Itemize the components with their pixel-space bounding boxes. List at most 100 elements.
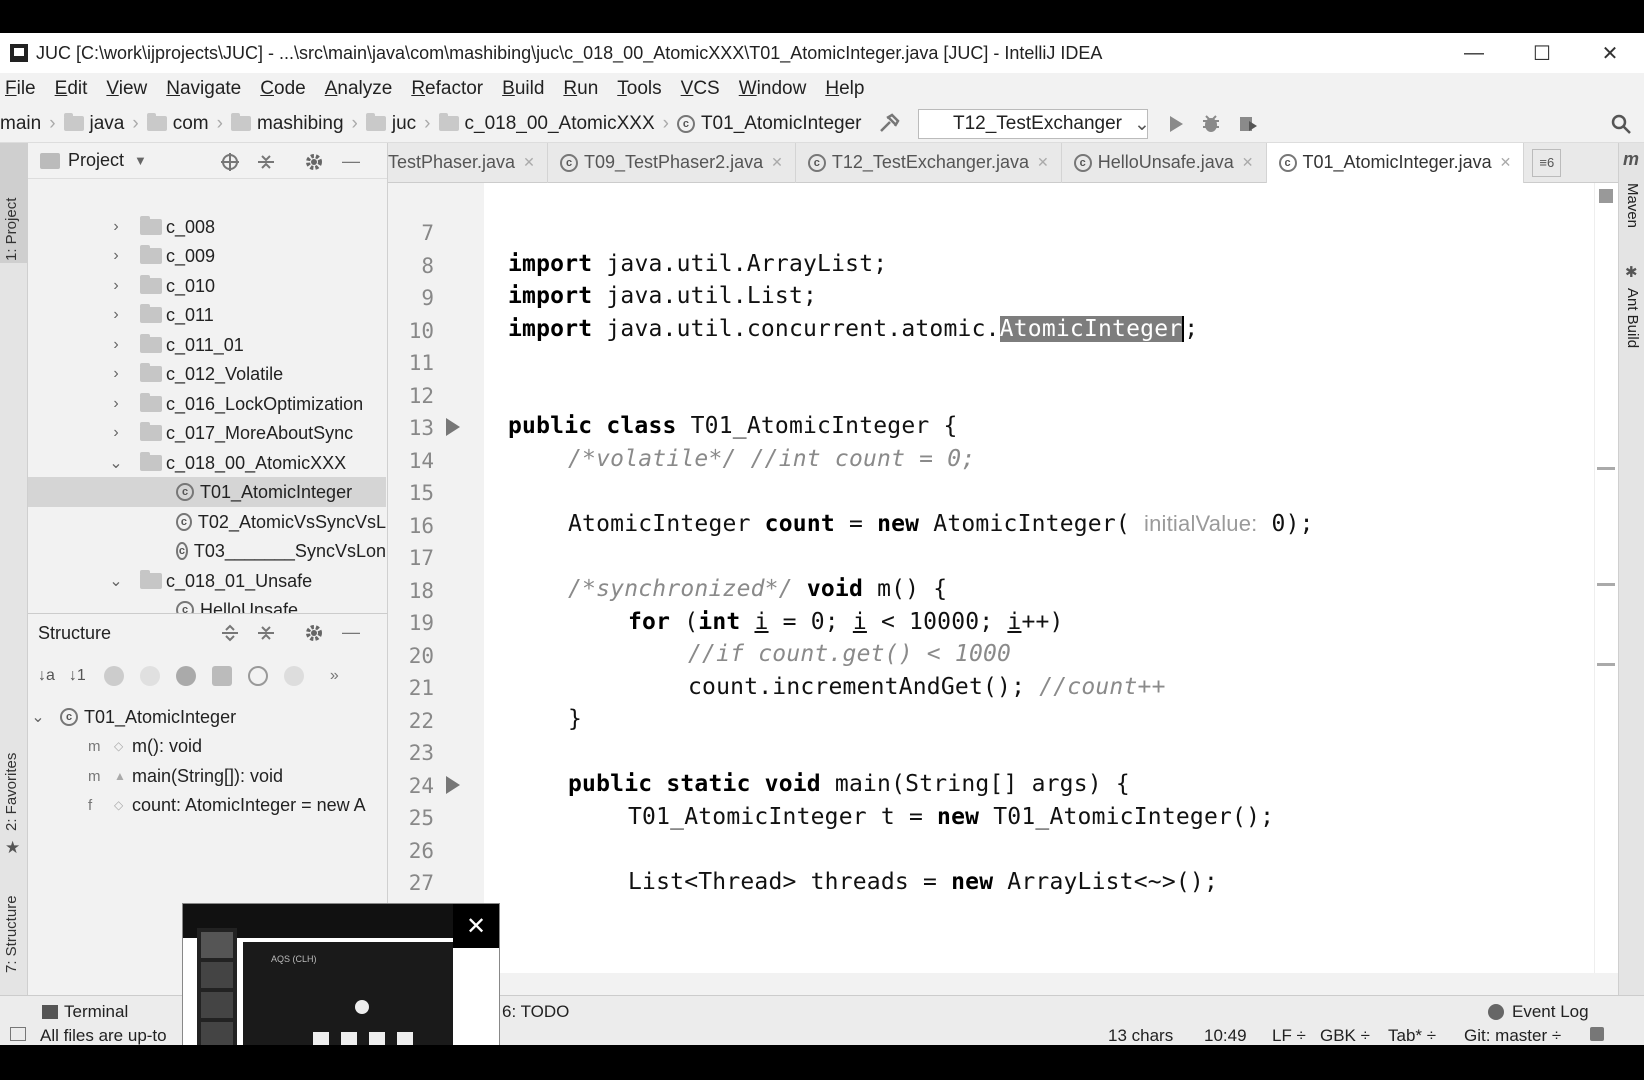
favorites-tool-label[interactable]: 2: Favorites <box>3 753 20 831</box>
structure-field-count[interactable]: f ◇ count: AtomicInteger = new A <box>88 790 388 820</box>
tabs-overflow-button[interactable]: ≡6 <box>1532 148 1562 177</box>
chevron-right-icon[interactable]: › <box>106 277 126 295</box>
stripe-mark[interactable] <box>1597 467 1615 470</box>
breadcrumb-juc[interactable]: juc › <box>365 113 431 135</box>
menu-view[interactable]: View <box>106 78 147 100</box>
close-tab-icon[interactable]: ✕ <box>1500 154 1512 171</box>
status-window-icon[interactable] <box>10 1027 26 1041</box>
menu-run[interactable]: Run <box>563 78 598 100</box>
run-class-gutter-icon[interactable] <box>444 417 462 437</box>
close-tab-icon[interactable]: ✕ <box>771 154 783 171</box>
stripe-mark[interactable] <box>1597 583 1615 586</box>
hide-panel-icon[interactable]: — <box>342 622 360 643</box>
breadcrumb-package[interactable]: c_018_00_AtomicXXX › <box>438 113 669 135</box>
run-main-gutter-icon[interactable] <box>444 775 462 795</box>
close-tab-icon[interactable]: ✕ <box>1037 154 1049 171</box>
autoscroll-icon[interactable] <box>283 666 304 686</box>
maven-tool-label[interactable]: Maven <box>1624 183 1641 228</box>
sort-alpha-icon[interactable]: ↓a <box>38 667 55 685</box>
menu-help[interactable]: Help <box>825 78 864 100</box>
tree-item-t02[interactable]: c T02_AtomicVsSyncVsL <box>176 507 386 537</box>
structure-method-main[interactable]: m ▲ main(String[]): void <box>88 761 283 791</box>
menu-tools[interactable]: Tools <box>617 78 661 100</box>
tree-item-c009[interactable]: › c_009 <box>106 241 215 271</box>
tree-item-c011[interactable]: › c_011 <box>106 300 214 330</box>
lock-icon[interactable] <box>1590 1027 1604 1041</box>
tab-testphaser[interactable]: TestPhaser.java ✕ <box>388 142 548 183</box>
breadcrumb-com[interactable]: com › <box>146 113 223 135</box>
show-non-public-icon[interactable] <box>211 666 232 686</box>
tree-item-c018-00[interactable]: ⌄ c_018_00_AtomicXXX <box>106 448 346 478</box>
tree-item-c016[interactable]: › c_016_LockOptimization <box>106 389 363 419</box>
line-separator-select[interactable]: LF ÷ <box>1272 1026 1306 1045</box>
tree-item-t01[interactable]: c T01_AtomicInteger <box>28 477 386 507</box>
chevron-right-icon[interactable]: › <box>106 306 126 324</box>
maximize-button[interactable]: ☐ <box>1508 33 1576 73</box>
search-everywhere-icon[interactable] <box>1610 113 1632 135</box>
code-editor[interactable]: import java.util.ArrayList; import java.… <box>484 183 1594 973</box>
menu-edit[interactable]: Edit <box>55 78 88 100</box>
menu-window[interactable]: Window <box>739 78 807 100</box>
chevron-right-icon[interactable]: › <box>106 424 126 442</box>
menu-analyze[interactable]: Analyze <box>325 78 393 100</box>
breadcrumb-java[interactable]: java › <box>63 113 139 135</box>
caret-position[interactable]: 10:49 <box>1204 1026 1247 1045</box>
run-configuration-select[interactable]: T12_TestExchanger ⌄ <box>918 109 1150 139</box>
menu-refactor[interactable]: Refactor <box>411 78 483 100</box>
tab-hellounsafe[interactable]: c HelloUnsafe.java ✕ <box>1062 142 1267 183</box>
tab-t12-testexchanger[interactable]: c T12_TestExchanger.java ✕ <box>796 142 1062 183</box>
indent-select[interactable]: Tab* ÷ <box>1388 1026 1436 1045</box>
gear-icon[interactable] <box>304 152 324 172</box>
close-button[interactable]: ✕ <box>1576 33 1644 73</box>
collapse-all-icon[interactable] <box>256 623 276 643</box>
minimize-button[interactable]: — <box>1440 33 1508 73</box>
breadcrumb-main[interactable]: main › <box>0 113 56 135</box>
inspection-status-icon[interactable] <box>1599 189 1613 203</box>
video-preview-popup[interactable]: ✕ AQS (CLH) <box>182 903 500 1045</box>
tree-item-c012[interactable]: › c_012_Volatile <box>106 359 283 389</box>
structure-method-m[interactable]: m ◇ m(): void <box>88 731 202 761</box>
close-tab-icon[interactable]: ✕ <box>523 154 535 171</box>
git-branch-select[interactable]: Git: master ÷ <box>1464 1026 1561 1045</box>
structure-class-node[interactable]: ⌄ c T01_AtomicInteger <box>28 702 236 732</box>
more-actions-icon[interactable]: » <box>330 667 339 685</box>
menu-code[interactable]: Code <box>260 78 305 100</box>
event-log-button[interactable]: Event Log <box>1512 1002 1589 1022</box>
caret-down-icon[interactable]: ▼ <box>134 153 147 168</box>
tab-t09-testphaser2[interactable]: c T09_TestPhaser2.java ✕ <box>548 142 796 183</box>
chevron-right-icon[interactable]: › <box>106 336 126 354</box>
collapse-all-icon[interactable] <box>256 152 276 172</box>
tab-t01-atomicinteger[interactable]: c T01_AtomicInteger.java ✕ <box>1266 142 1525 183</box>
chevron-down-icon[interactable]: ⌄ <box>106 453 126 473</box>
tree-item-c011-01[interactable]: › c_011_01 <box>106 330 244 360</box>
run-with-coverage-icon[interactable] <box>1237 113 1259 135</box>
chevron-right-icon[interactable]: › <box>106 247 126 265</box>
structure-tool-label[interactable]: 7: Structure <box>3 895 20 973</box>
run-icon[interactable] <box>1165 113 1187 135</box>
expand-all-icon[interactable] <box>220 623 240 643</box>
tree-item-c010[interactable]: › c_010 <box>106 271 215 301</box>
gear-icon[interactable] <box>304 623 324 643</box>
hide-panel-icon[interactable]: — <box>342 151 360 172</box>
project-panel-title[interactable]: Project <box>68 150 124 171</box>
hammer-build-icon[interactable] <box>878 113 900 135</box>
stripe-mark[interactable] <box>1597 663 1615 666</box>
popup-close-button[interactable]: ✕ <box>453 904 499 948</box>
show-lambdas-icon[interactable] <box>247 666 268 686</box>
show-properties-icon[interactable] <box>139 666 160 686</box>
encoding-select[interactable]: GBK ÷ <box>1320 1026 1370 1045</box>
chevron-right-icon[interactable]: › <box>106 395 126 413</box>
chevron-down-icon[interactable]: ⌄ <box>28 707 48 727</box>
chevron-down-icon[interactable]: ⌄ <box>106 571 126 591</box>
locate-icon[interactable] <box>220 152 240 172</box>
menu-vcs[interactable]: VCS <box>681 78 720 100</box>
chevron-right-icon[interactable]: › <box>106 218 126 236</box>
menu-build[interactable]: Build <box>502 78 544 100</box>
menu-navigate[interactable]: Navigate <box>166 78 241 100</box>
show-inherited-icon[interactable] <box>103 666 124 686</box>
sort-visibility-icon[interactable]: ↓1 <box>69 667 86 685</box>
tree-item-c018-01[interactable]: ⌄ c_018_01_Unsafe <box>106 566 312 596</box>
chevron-right-icon[interactable]: › <box>106 365 126 383</box>
tree-item-c017[interactable]: › c_017_MoreAboutSync <box>106 418 353 448</box>
todo-tool-button[interactable]: 6: TODO <box>502 1002 569 1022</box>
